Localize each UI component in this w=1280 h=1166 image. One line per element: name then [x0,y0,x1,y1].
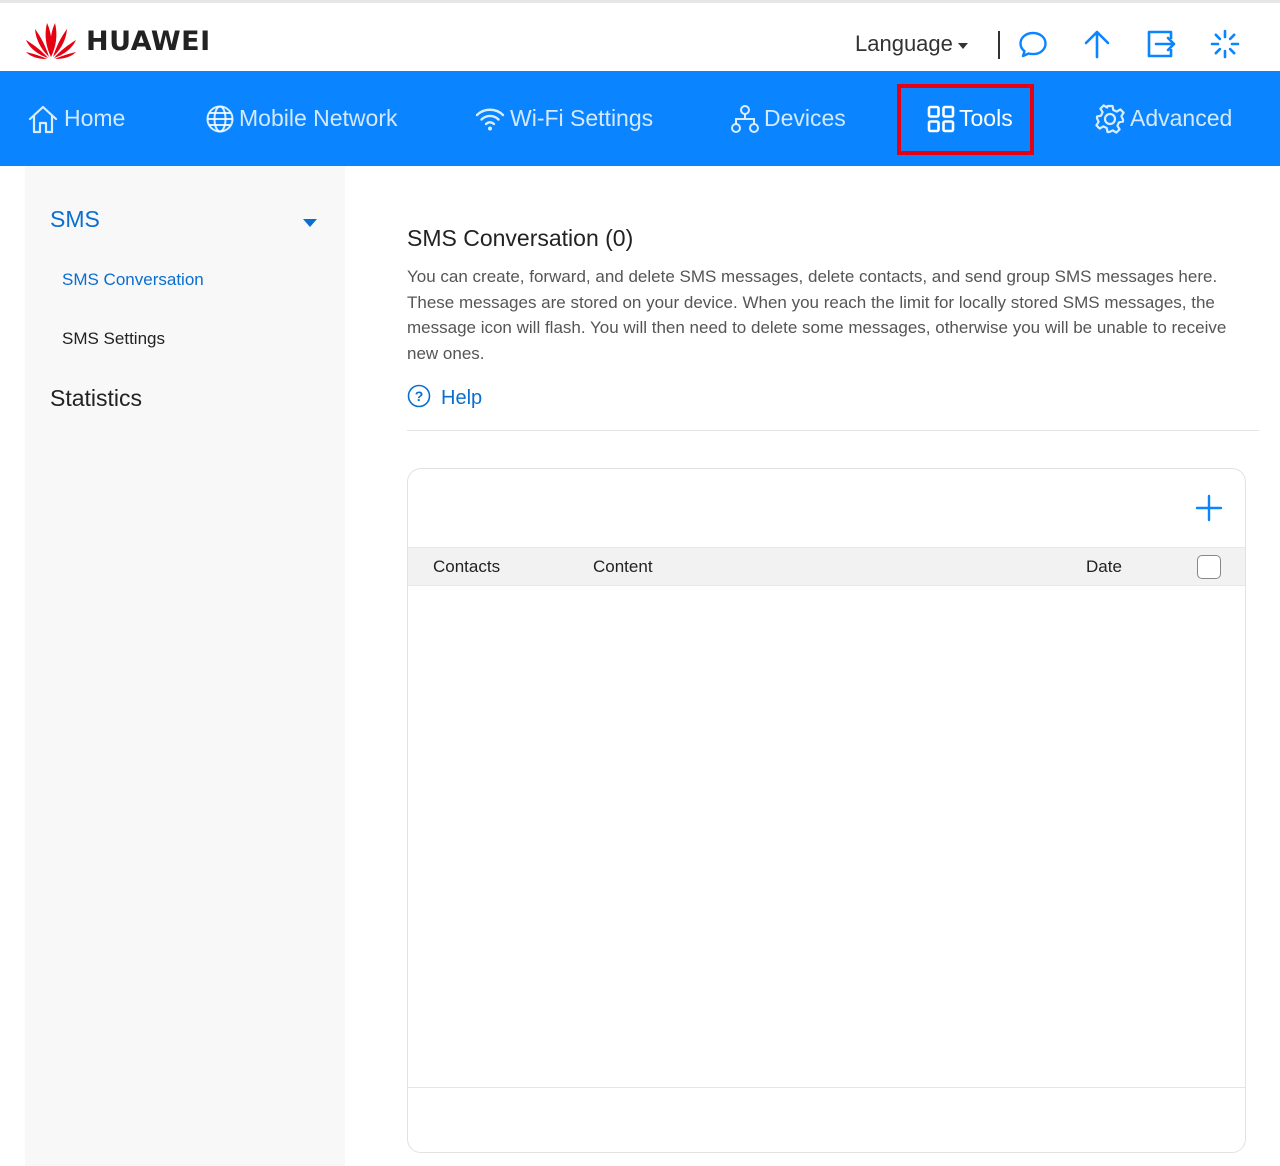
huawei-flower-icon [24,19,78,64]
page-title: SMS Conversation (0) [407,225,634,251]
upload-arrow-icon[interactable] [1080,27,1114,61]
section-divider [407,430,1259,431]
header-divider [998,31,1000,59]
plus-icon [1194,494,1224,527]
table-header: Contacts Content Date [408,547,1245,586]
sidebar: SMS SMS Conversation SMS Settings Statis… [25,166,345,1166]
sidebar-item-sms-conversation[interactable]: SMS Conversation [62,270,204,290]
tools-highlight-box [897,84,1034,155]
column-header-content: Content [593,557,653,576]
nav-item-wifi-settings[interactable]: Wi-Fi Settings [474,71,653,166]
logout-icon[interactable] [1144,27,1178,61]
nav-item-mobile-network[interactable]: Mobile Network [205,71,398,166]
loading-spinner-icon[interactable] [1208,27,1242,61]
nav-item-devices[interactable]: Devices [730,71,846,166]
column-header-date: Date [1086,557,1122,576]
help-label: Help [441,387,483,409]
nav-label: Mobile Network [239,105,398,131]
sidebar-section-statistics[interactable]: Statistics [50,385,142,412]
sidebar-item-sms-settings[interactable]: SMS Settings [62,329,165,349]
globe-icon [205,104,235,134]
page-description: You can create, forward, and delete SMS … [407,267,1227,364]
table-footer-divider [408,1087,1245,1088]
sidebar-section-sms[interactable]: SMS [50,206,100,233]
sms-table-card: Contacts Content Date [407,468,1246,1153]
devices-icon [730,103,760,135]
language-selector[interactable]: Language [855,31,968,57]
nav-item-advanced[interactable]: Advanced [1094,71,1232,166]
add-message-button[interactable] [1194,493,1224,523]
nav-label: Advanced [1130,105,1233,131]
nav-label: Home [64,105,126,131]
caret-down-icon[interactable] [303,219,317,227]
help-link[interactable]: ? Help [407,384,482,413]
home-icon [26,102,60,136]
brand-logo[interactable]: HUAWEI [24,19,211,64]
header: HUAWEI Language [0,3,1280,71]
help-icon: ? [407,384,431,413]
column-header-contacts: Contacts [433,557,501,576]
caret-down-icon [957,42,968,49]
main-nav: Home Mobile Network Wi-Fi Settings Devic… [0,71,1280,166]
nav-label: Devices [764,105,846,131]
select-all-checkbox[interactable] [1197,555,1221,579]
language-label: Language [855,31,953,56]
gear-icon [1094,103,1126,135]
nav-item-home[interactable]: Home [26,71,125,166]
brand-name: HUAWEI [86,26,211,57]
wifi-icon [474,104,506,134]
svg-text:?: ? [415,388,424,404]
chat-icon[interactable] [1016,27,1050,61]
nav-label: Wi-Fi Settings [510,105,654,131]
